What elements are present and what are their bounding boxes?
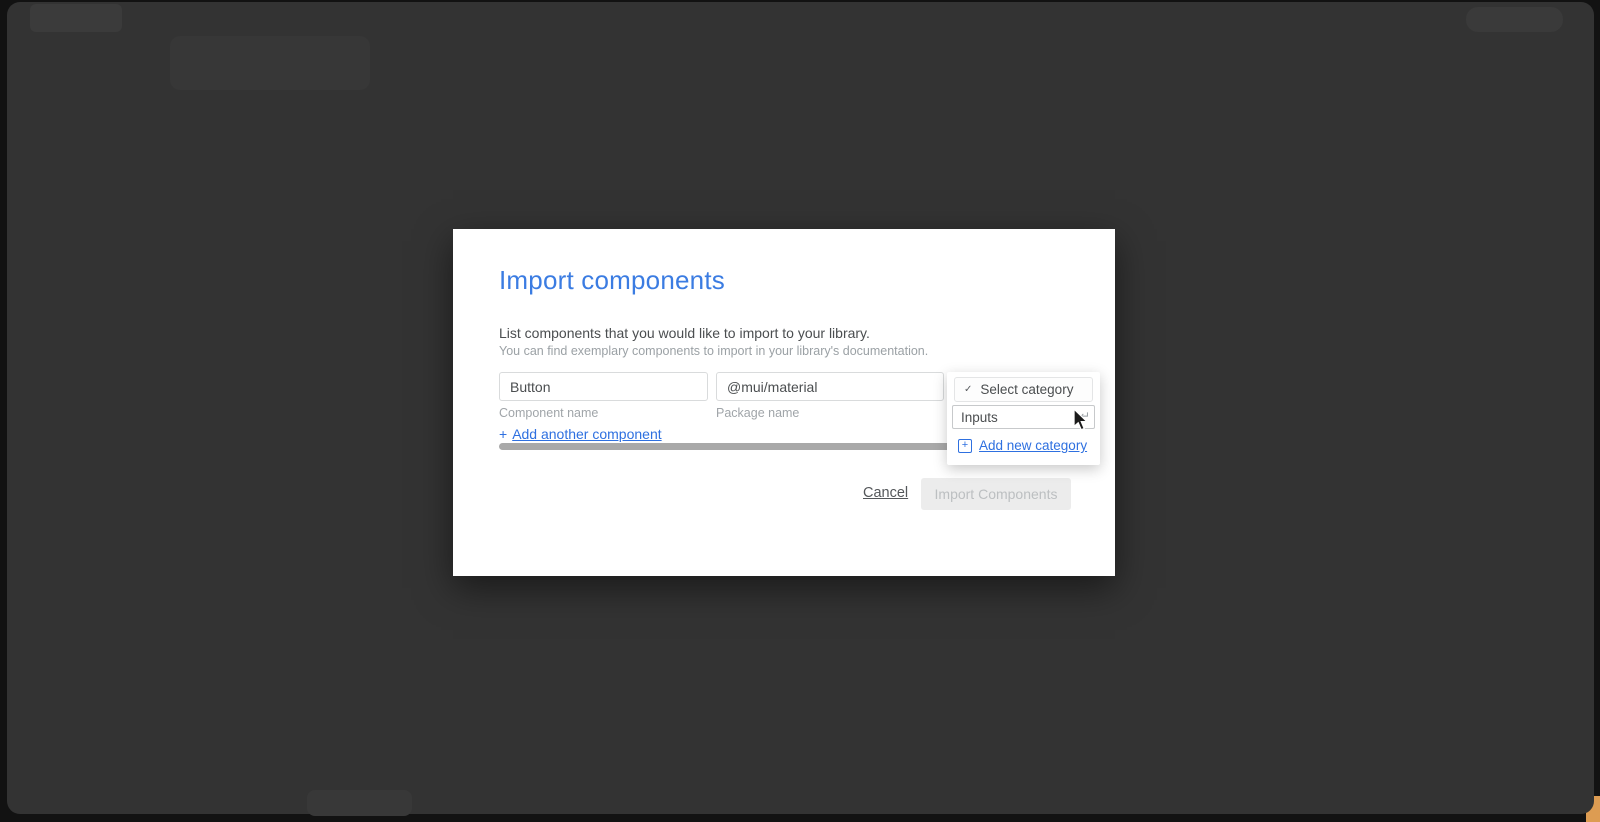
category-select-trigger[interactable]: ✓ Select category	[954, 377, 1093, 402]
dimmed-toolbar-placeholder	[170, 36, 370, 90]
category-name-input[interactable]	[952, 405, 1095, 429]
plus-icon: +	[499, 426, 508, 442]
dimmed-header-button	[1466, 7, 1563, 32]
add-new-category-link[interactable]: + Add new category	[958, 438, 1087, 453]
category-input-wrap: ↵	[952, 405, 1095, 429]
package-name-input[interactable]	[716, 372, 944, 401]
modal-title: Import components	[499, 265, 725, 295]
import-components-button[interactable]: Import Components	[921, 478, 1071, 510]
add-new-category-label: Add new category	[979, 438, 1088, 453]
plus-square-icon: +	[958, 438, 972, 453]
cancel-button[interactable]: Cancel	[863, 485, 908, 501]
add-another-component-label: Add another component	[512, 426, 662, 442]
package-name-label: Package name	[716, 406, 800, 420]
modal-hint: You can find exemplary components to imp…	[499, 344, 929, 358]
return-arrow-icon: ↵	[1079, 409, 1090, 423]
component-name-label: Component name	[499, 406, 599, 420]
category-select-label: Select category	[980, 382, 1074, 397]
modal-description: List components that you would like to i…	[499, 325, 870, 341]
desktop-background: Import components List components that y…	[0, 0, 1600, 822]
dimmed-footer-element	[307, 790, 412, 816]
checkmark-icon: ✓	[964, 384, 973, 395]
category-dropdown-panel: ✓ Select category ↵ + Add new category	[947, 372, 1100, 465]
app-logo-placeholder	[30, 4, 122, 32]
add-another-component-link[interactable]: + Add another component	[499, 426, 662, 442]
component-name-input[interactable]	[499, 372, 708, 401]
